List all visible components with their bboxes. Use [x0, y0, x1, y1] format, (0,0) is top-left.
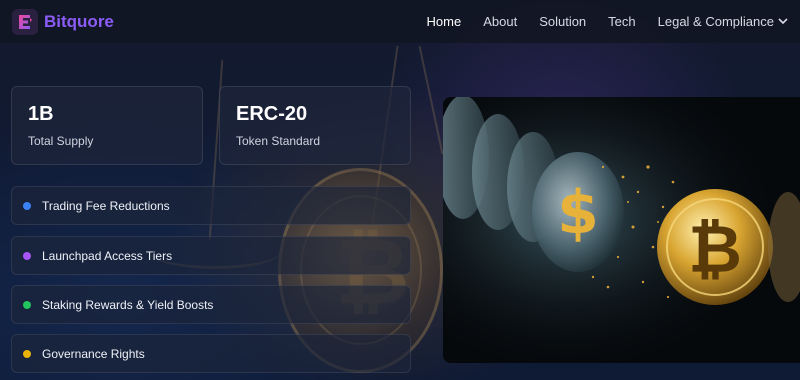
nav-tech[interactable]: Tech	[608, 14, 635, 29]
feature-item-staking: Staking Rewards & Yield Boosts	[11, 285, 411, 324]
feature-item-governance: Governance Rights	[11, 334, 411, 373]
nav-about[interactable]: About	[483, 14, 517, 29]
bitcoin-coin-icon: ₿	[657, 189, 773, 305]
feature-label: Governance Rights	[42, 346, 145, 361]
main-nav: Home About Solution Tech Legal & Complia…	[405, 14, 788, 29]
nav-legal-compliance[interactable]: Legal & Compliance	[658, 14, 788, 29]
stat-card-token-standard: ERC-20 Token Standard	[219, 86, 411, 165]
nav-solution-label: Solution	[539, 14, 587, 29]
feature-label: Staking Rewards & Yield Boosts	[42, 297, 214, 312]
stat-label: Token Standard	[236, 134, 321, 148]
hero-crypto-image: $ ₿	[443, 97, 800, 363]
svg-text:$: $	[557, 178, 599, 248]
feature-item-trading-fee: Trading Fee Reductions	[11, 186, 411, 225]
bullet-dot-icon	[23, 300, 31, 309]
stat-label: Total Supply	[28, 134, 94, 148]
bullet-dot-icon	[23, 251, 31, 260]
dollar-coin-icon: $	[532, 152, 624, 272]
stat-value: ERC-20	[236, 103, 308, 125]
nav-solution[interactable]: Solution	[539, 14, 586, 29]
nav-home-label: Home	[426, 14, 462, 29]
nav-about-label: About	[483, 14, 518, 29]
stat-value: 1B	[28, 103, 54, 125]
feature-label: Launchpad Access Tiers	[42, 248, 173, 263]
feature-item-launchpad: Launchpad Access Tiers	[11, 236, 411, 275]
feature-label: Trading Fee Reductions	[42, 198, 170, 213]
chevron-down-icon	[778, 18, 788, 25]
bitquore-logo-icon	[12, 8, 38, 35]
svg-text:₿: ₿	[688, 211, 742, 288]
nav-home[interactable]: Home	[427, 14, 462, 29]
logo[interactable]: Bitquore	[12, 8, 114, 35]
stat-card-total-supply: 1B Total Supply	[11, 86, 203, 165]
nav-tech-label: Tech	[608, 14, 636, 29]
top-navbar: Bitquore Home About Solution Tech Legal …	[0, 0, 800, 43]
crypto-illustration: $ ₿	[443, 97, 800, 363]
bullet-dot-icon	[23, 349, 31, 358]
nav-legal-label: Legal & Compliance	[657, 14, 774, 29]
brand-name: Bitquore	[44, 11, 114, 31]
bullet-dot-icon	[23, 201, 31, 210]
